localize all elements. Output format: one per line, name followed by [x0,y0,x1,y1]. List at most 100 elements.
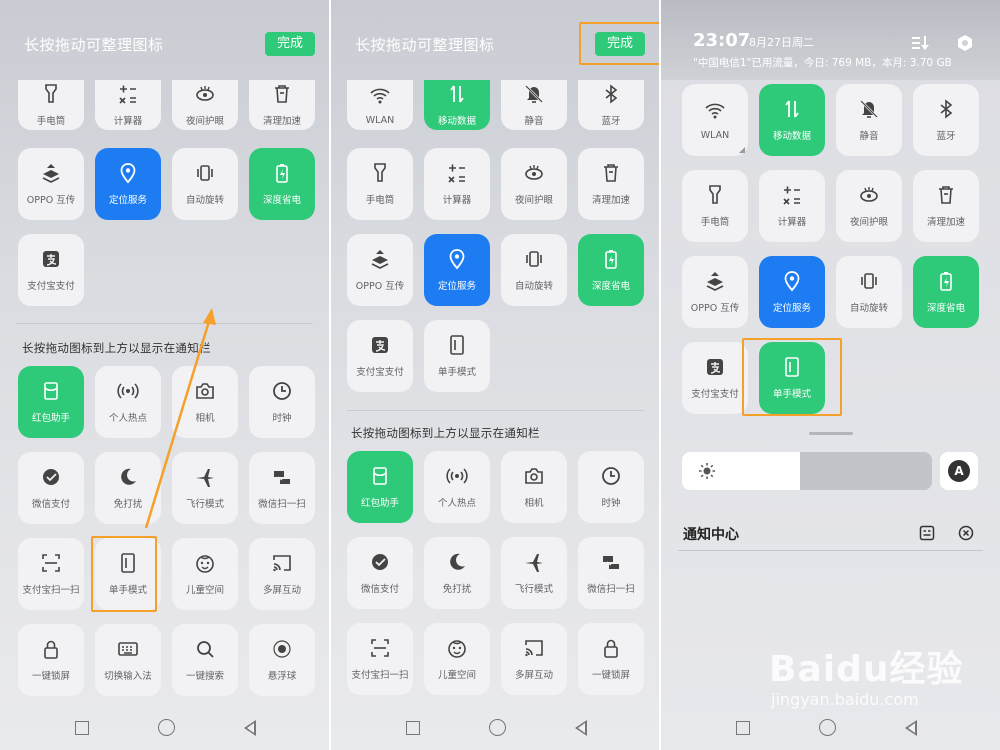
tile-share[interactable]: OPPO 互传 [347,234,413,306]
tile-airplane[interactable]: 飞行模式 [172,452,238,524]
tile-battery[interactable]: 深度省电 [578,234,644,306]
recents-icon[interactable] [405,720,420,735]
calculator-icon [446,162,468,184]
tile-redpacket[interactable]: 红包助手 [347,451,413,523]
tile-scan[interactable]: 微信扫一扫 [249,452,315,524]
nav-bar [701,719,951,736]
clear-notifications-icon[interactable] [957,524,975,542]
tile-cast[interactable]: 多屏互动 [501,623,567,695]
back-icon[interactable] [243,719,256,736]
tile-scan-frame[interactable]: 支付宝扫一扫 [18,538,84,610]
home-icon[interactable] [157,719,175,736]
tile-mute[interactable]: 静音 [501,80,567,130]
rotate-icon [523,248,545,270]
tile-wechatpay[interactable]: 微信支付 [347,537,413,609]
tile-cast[interactable]: 多屏互动 [249,538,315,610]
tile-location[interactable]: 定位服务 [424,234,490,306]
watermark-logo: Baidu经验 [769,649,964,690]
tile-hotspot[interactable]: 个人热点 [95,366,161,438]
settings-gear-icon[interactable] [956,34,974,52]
home-icon[interactable] [488,719,506,736]
tile-search[interactable]: 一键搜索 [172,624,238,696]
tile-share[interactable]: OPPO 互传 [682,256,748,328]
tile-trash[interactable]: 清理加速 [249,80,315,130]
tile-alipay[interactable]: 支付宝支付 [347,320,413,392]
tile-calculator[interactable]: 计算器 [424,148,490,220]
tile-label: 夜间护眼 [849,217,888,228]
tile-alipay[interactable]: 支付宝支付 [682,342,748,414]
tile-rotate[interactable]: 自动旋转 [836,256,902,328]
tile-calculator[interactable]: 计算器 [759,170,825,242]
scan-frame-icon [369,637,391,659]
tile-ball[interactable]: 悬浮球 [249,624,315,696]
battery-icon [600,248,622,270]
redpacket-icon [40,380,62,402]
tile-label: 定位服务 [108,195,147,206]
tile-hotspot[interactable]: 个人热点 [424,451,490,523]
tile-label: 蓝牙 [936,131,956,142]
tile-clock[interactable]: 时钟 [249,366,315,438]
drag-handle[interactable] [809,432,853,435]
tile-calculator[interactable]: 计算器 [95,80,161,130]
tile-scan-frame[interactable]: 支付宝扫一扫 [347,623,413,695]
tile-battery[interactable]: 深度省电 [913,256,979,328]
camera-icon [194,380,216,402]
back-icon[interactable] [574,719,587,736]
edit-tiles-icon[interactable] [911,34,929,52]
home-icon[interactable] [818,719,836,736]
tile-label: 计算器 [777,217,807,228]
back-icon[interactable] [904,719,917,736]
tile-kid[interactable]: 儿童空间 [424,623,490,695]
tile-eye[interactable]: 夜间护眼 [172,80,238,130]
tile-data[interactable]: 移动数据 [759,84,825,156]
tile-wifi[interactable]: WLAN [347,80,413,130]
tile-lock[interactable]: 一键锁屏 [18,624,84,696]
tile-location[interactable]: 定位服务 [95,148,161,220]
tile-trash[interactable]: 清理加速 [913,170,979,242]
tile-trash[interactable]: 清理加速 [578,148,644,220]
keyboard-icon [117,638,139,660]
tile-flashlight[interactable]: 手电筒 [347,148,413,220]
tile-airplane[interactable]: 飞行模式 [501,537,567,609]
tile-mute[interactable]: 静音 [836,84,902,156]
tile-onehand[interactable]: 单手模式 [424,320,490,392]
tile-data[interactable]: 移动数据 [424,80,490,130]
tile-rotate[interactable]: 自动旋转 [501,234,567,306]
tile-keyboard[interactable]: 切换输入法 [95,624,161,696]
auto-brightness-button[interactable]: A [940,452,978,490]
tile-camera[interactable]: 相机 [501,451,567,523]
tile-bluetooth[interactable]: 蓝牙 [913,84,979,156]
tile-scan[interactable]: 微信扫一扫 [578,537,644,609]
tile-label: 深度省电 [262,195,301,206]
tile-eye[interactable]: 夜间护眼 [836,170,902,242]
tile-flashlight[interactable]: 手电筒 [18,80,84,130]
notification-manage-icon[interactable] [918,524,936,542]
tile-redpacket[interactable]: 红包助手 [18,366,84,438]
recents-icon[interactable] [74,720,89,735]
recents-icon[interactable] [735,720,750,735]
tile-eye[interactable]: 夜间护眼 [501,148,567,220]
tile-clock[interactable]: 时钟 [578,451,644,523]
tile-alipay[interactable]: 支付宝支付 [18,234,84,306]
tile-camera[interactable]: 相机 [172,366,238,438]
tile-wechatpay[interactable]: 微信支付 [18,452,84,524]
tile-label: 夜间护眼 [514,195,553,206]
tile-lock[interactable]: 一键锁屏 [578,623,644,695]
tile-kid[interactable]: 儿童空间 [172,538,238,610]
tile-location[interactable]: 定位服务 [759,256,825,328]
tile-label: WLAN [365,114,395,126]
nav-bar [40,719,290,736]
brightness-slider[interactable] [682,452,932,490]
tile-share[interactable]: OPPO 互传 [18,148,84,220]
tile-moon[interactable]: 免打扰 [95,452,161,524]
date-text: 8月27日周二 [749,36,814,49]
tile-flashlight[interactable]: 手电筒 [682,170,748,242]
done-button[interactable]: 完成 [265,32,315,56]
tile-rotate[interactable]: 自动旋转 [172,148,238,220]
tile-wifi[interactable]: WLAN [682,84,748,156]
tile-bluetooth[interactable]: 蓝牙 [578,80,644,130]
tile-moon[interactable]: 免打扰 [424,537,490,609]
alipay-icon [704,356,726,378]
tile-battery[interactable]: 深度省电 [249,148,315,220]
clock-time: 23:07 [693,30,751,51]
